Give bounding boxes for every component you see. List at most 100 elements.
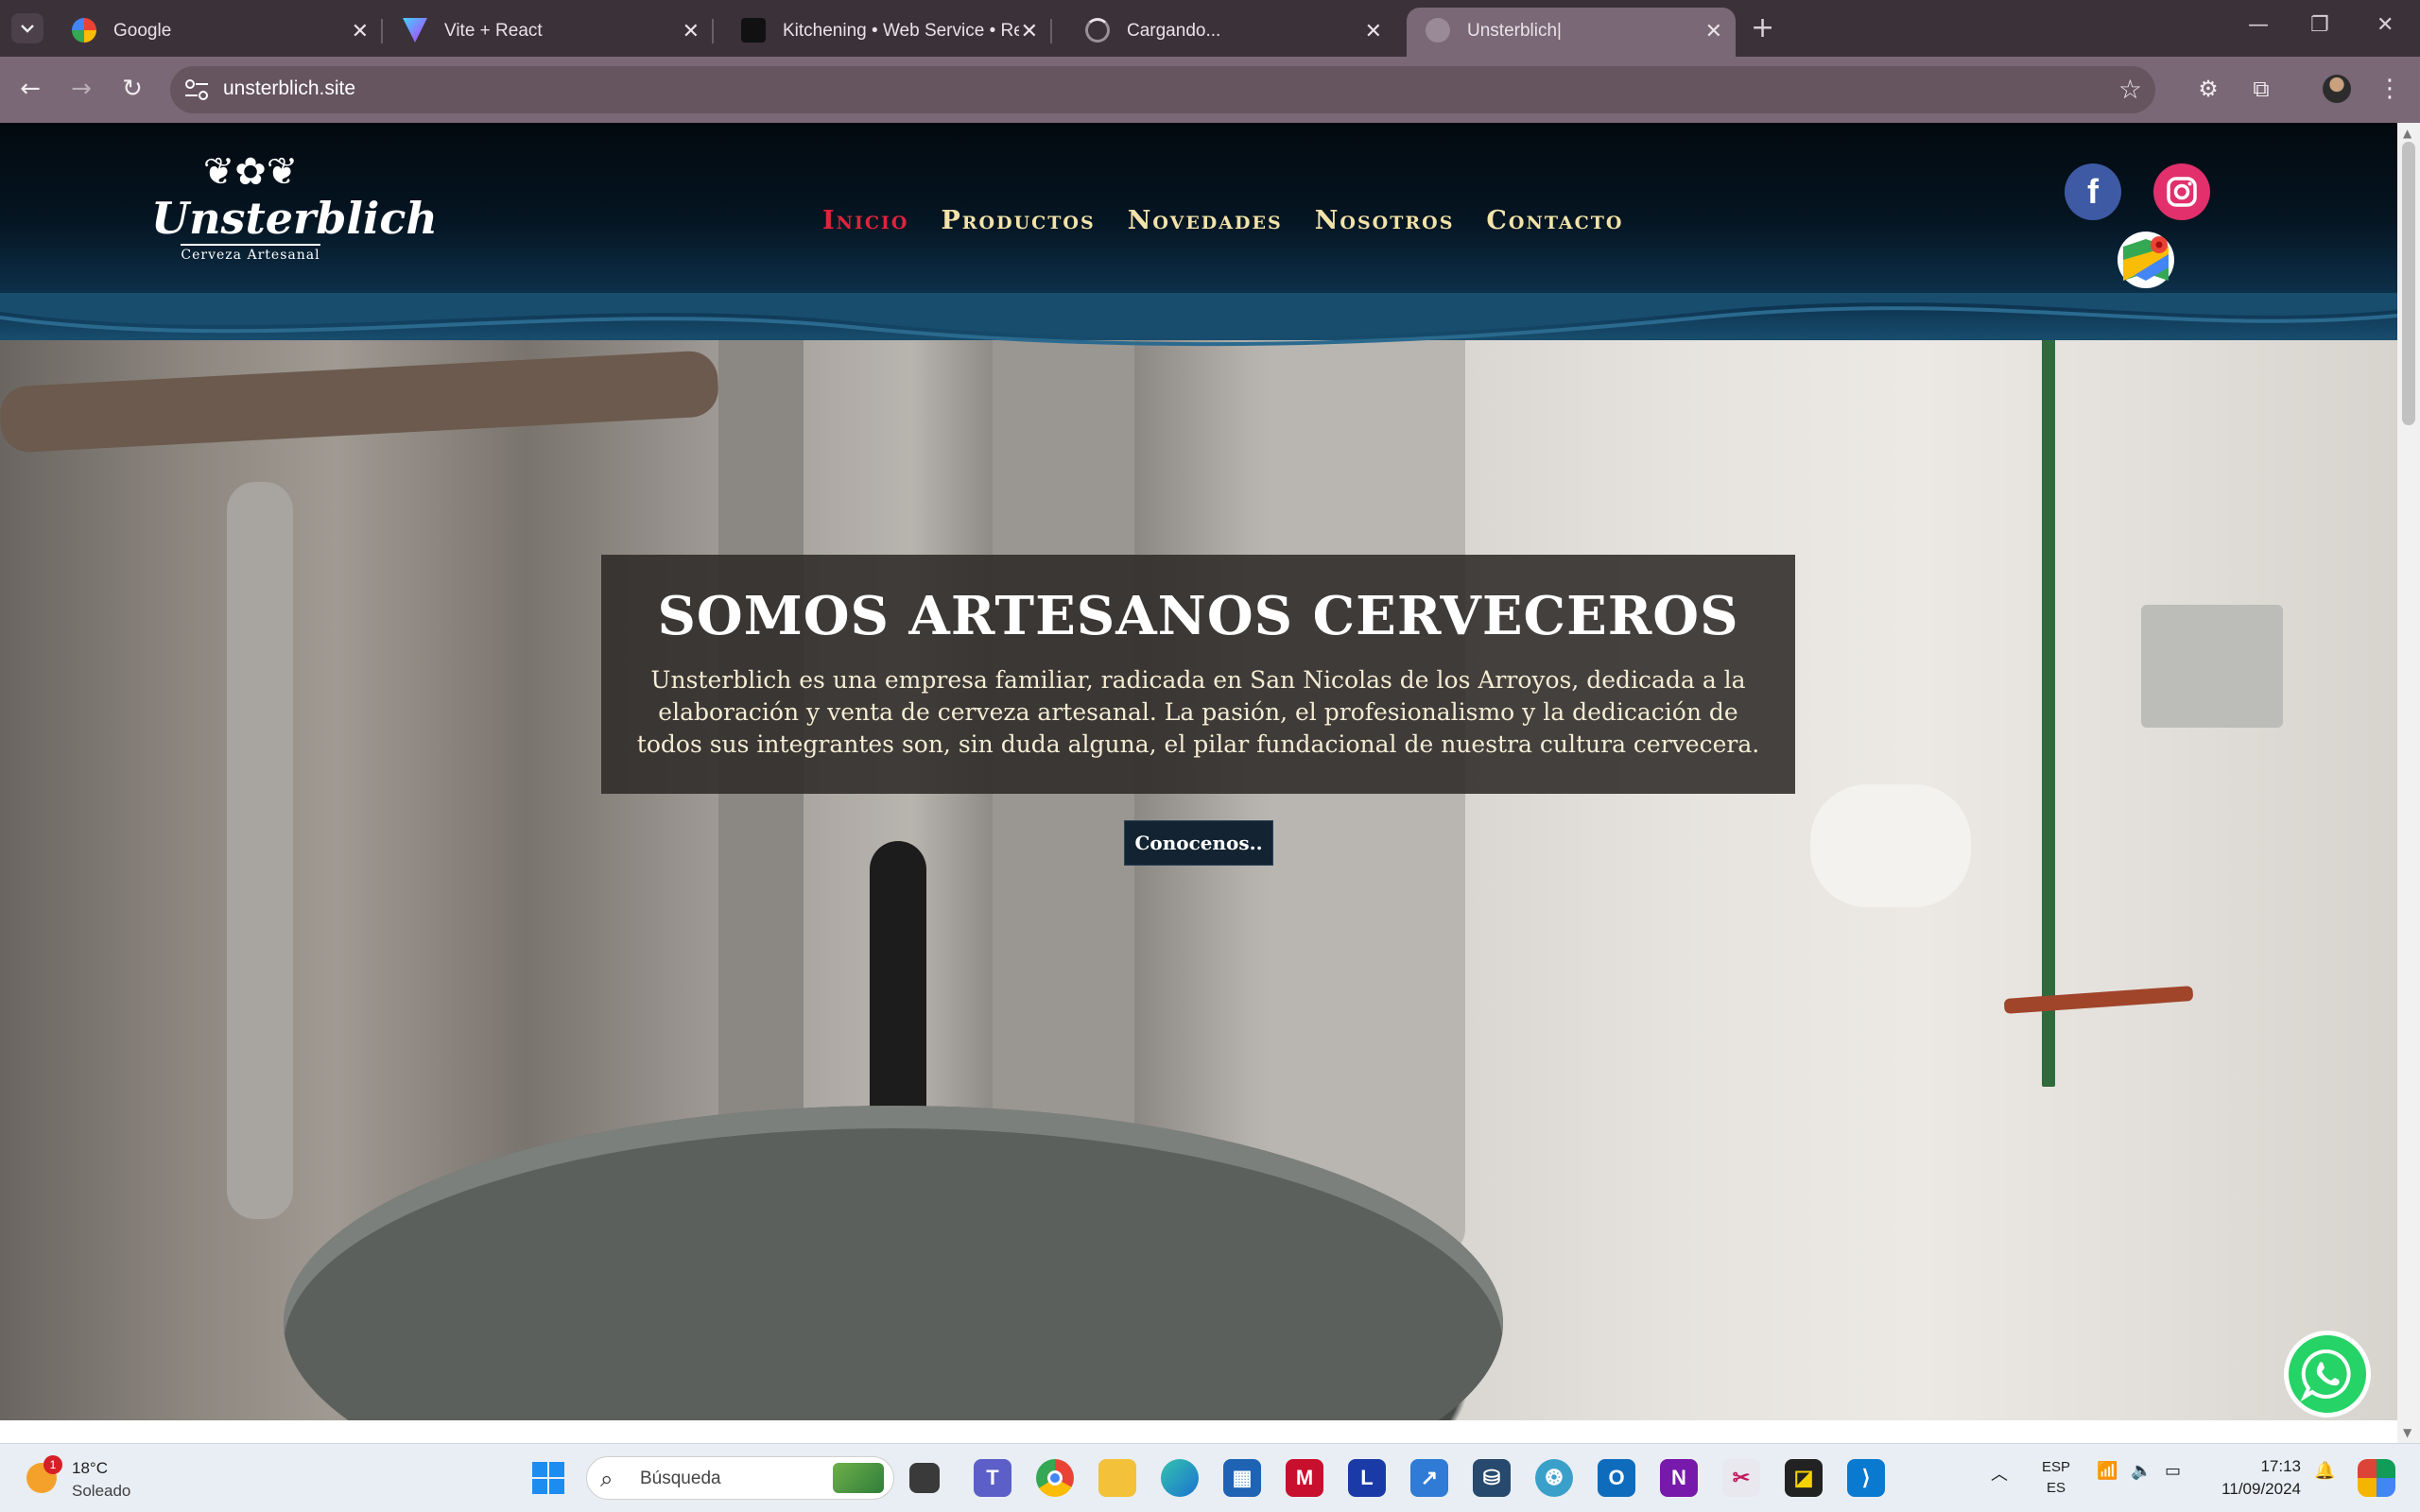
weather-widget[interactable]: 1 18°C Soleado: [26, 1453, 159, 1504]
teams-icon[interactable]: T: [974, 1459, 1011, 1497]
reload-icon[interactable]: ↻: [115, 72, 149, 106]
extensions-puzzle-icon[interactable]: ⧉: [2244, 72, 2278, 106]
globe-icon: [1426, 18, 1450, 43]
forward-icon[interactable]: →: [64, 72, 98, 106]
tab-title: Unsterblich|: [1467, 21, 1562, 41]
google-maps-icon[interactable]: [2118, 232, 2174, 288]
hero-description: Unsterblich es una empresa familiar, rad…: [636, 666, 1760, 758]
onenote-icon[interactable]: N: [1660, 1459, 1698, 1497]
mcafee-icon[interactable]: M: [1286, 1459, 1323, 1497]
tab-search-button[interactable]: [11, 13, 43, 43]
hops-wreath-icon: ❦✿❦: [202, 150, 299, 194]
chrome-icon[interactable]: [1036, 1459, 1074, 1497]
loading-icon: [1085, 18, 1110, 43]
tray-chevron-up-icon[interactable]: ︿: [1991, 1461, 2008, 1486]
tab-separator: [381, 19, 383, 43]
weather-condition: Soleado: [72, 1482, 131, 1500]
weather-temp: 18°C: [72, 1459, 108, 1477]
conocenos-button[interactable]: Conocenos..: [1124, 820, 1273, 866]
network-icon[interactable]: ❂: [1535, 1459, 1573, 1497]
web-page: ❦✿❦ Unsterblich Cerveza Artesanal Inicio…: [0, 123, 2397, 1420]
site-logo[interactable]: ❦✿❦ Unsterblich Cerveza Artesanal: [151, 149, 438, 291]
extension-gear-icon[interactable]: ⚙: [2191, 72, 2225, 106]
pipe-decoration: [227, 482, 293, 1219]
tab-kitchening[interactable]: Kitchening • Web Service • Ren ✕: [722, 8, 1052, 57]
vite-icon: [403, 18, 427, 43]
facebook-glyph: f: [2087, 172, 2099, 211]
tab-google[interactable]: Google ✕: [53, 8, 383, 57]
site-info-icon[interactable]: [183, 77, 210, 102]
file-explorer-icon[interactable]: [1098, 1459, 1136, 1497]
google-icon: [72, 18, 96, 43]
sticky-notes-icon[interactable]: ◪: [1785, 1459, 1823, 1497]
minimize-icon[interactable]: —: [2248, 13, 2269, 37]
close-tab-icon[interactable]: ✕: [1021, 19, 1038, 43]
nav-productos[interactable]: Productos: [941, 206, 1095, 235]
system-clock[interactable]: 17:13 11/09/2024: [2206, 1455, 2301, 1501]
chevron-down-icon: [21, 25, 34, 33]
close-tab-icon[interactable]: ✕: [683, 19, 700, 43]
edge-icon[interactable]: [1161, 1459, 1199, 1497]
facebook-icon[interactable]: f: [2065, 163, 2121, 220]
nav-contacto[interactable]: Contacto: [1486, 206, 1623, 235]
menu-kebab-icon[interactable]: ⋮: [2373, 72, 2407, 106]
notification-bell-icon[interactable]: 🔔: [2314, 1461, 2335, 1481]
store-icon[interactable]: ▦: [1223, 1459, 1261, 1497]
tab-title: Google: [113, 21, 172, 41]
restore-icon[interactable]: ❐: [2310, 13, 2329, 37]
search-icon: ⌕: [600, 1466, 614, 1492]
page-scrollbar[interactable]: ▲ ▼: [2397, 123, 2420, 1443]
clock-time: 17:13: [2260, 1457, 2301, 1475]
tab-title: Kitchening • Web Service • Ren: [783, 21, 1019, 41]
tab-title: Cargando...: [1127, 21, 1221, 41]
hero-title: SOMOS ARTESANOS CERVECEROS: [657, 585, 1739, 647]
instagram-icon[interactable]: [2153, 163, 2210, 220]
wifi-icon[interactable]: 📶: [2097, 1461, 2118, 1481]
address-bar[interactable]: unsterblich.site ☆: [170, 66, 2155, 113]
bookmark-star-icon[interactable]: ☆: [2118, 74, 2142, 105]
nav-nosotros[interactable]: Nosotros: [1315, 206, 1455, 235]
back-icon[interactable]: ←: [13, 72, 47, 106]
volume-icon[interactable]: 🔈: [2131, 1461, 2152, 1481]
outlook-icon[interactable]: O: [1598, 1459, 1635, 1497]
scroll-down-icon[interactable]: ▼: [2403, 1426, 2411, 1439]
pipe-decoration: [2003, 986, 2194, 1014]
pipe-decoration: [2141, 605, 2283, 728]
input-language[interactable]: ESP ES: [2042, 1457, 2070, 1499]
tab-cargando[interactable]: Cargando... ✕: [1066, 8, 1395, 57]
browser-toolbar: ← → ↻ unsterblich.site ☆ ⚙ ⧉ ⋮: [0, 57, 2420, 123]
tab-separator: [1050, 19, 1052, 43]
close-tab-icon[interactable]: ✕: [352, 19, 369, 43]
scroll-up-icon[interactable]: ▲: [2403, 127, 2411, 140]
azure-data-studio-icon[interactable]: ↗: [1410, 1459, 1448, 1497]
tab-unsterblich[interactable]: Unsterblich| ✕: [1407, 8, 1736, 57]
whatsapp-icon[interactable]: [2284, 1331, 2371, 1418]
tab-separator: [712, 19, 714, 43]
nav-inicio[interactable]: Inicio: [822, 206, 908, 235]
language-code: ESP: [2042, 1459, 2071, 1475]
nav-novedades[interactable]: Novedades: [1128, 206, 1283, 235]
close-tab-icon[interactable]: ✕: [1365, 19, 1382, 43]
sql-icon[interactable]: ⛁: [1473, 1459, 1511, 1497]
render-icon: [741, 18, 766, 43]
maps-glyph: [2123, 236, 2169, 281]
copilot-icon[interactable]: [2358, 1459, 2395, 1497]
windows-start-icon[interactable]: [529, 1459, 567, 1497]
avatar[interactable]: [2320, 72, 2354, 106]
notification-badge: 1: [43, 1455, 62, 1474]
search-highlight-icon: [833, 1463, 884, 1493]
close-window-icon[interactable]: ✕: [2377, 13, 2394, 37]
snipping-tool-icon[interactable]: ✂: [1722, 1459, 1760, 1497]
battery-icon[interactable]: ▭: [2165, 1461, 2181, 1481]
header-wave-decoration: [0, 293, 2397, 347]
taskbar-search[interactable]: ⌕ Búsqueda: [586, 1456, 894, 1500]
task-view-icon[interactable]: [909, 1463, 940, 1493]
vscode-icon[interactable]: ⟩: [1847, 1459, 1885, 1497]
new-tab-icon[interactable]: +: [1751, 11, 1774, 44]
tab-vite-react[interactable]: Vite + React ✕: [384, 8, 714, 57]
clock-date: 11/09/2024: [2221, 1480, 2301, 1498]
pipe-decoration: [1810, 784, 1971, 907]
l-app-icon[interactable]: L: [1348, 1459, 1386, 1497]
close-tab-icon[interactable]: ✕: [1705, 19, 1722, 43]
scrollbar-thumb[interactable]: [2402, 142, 2415, 425]
